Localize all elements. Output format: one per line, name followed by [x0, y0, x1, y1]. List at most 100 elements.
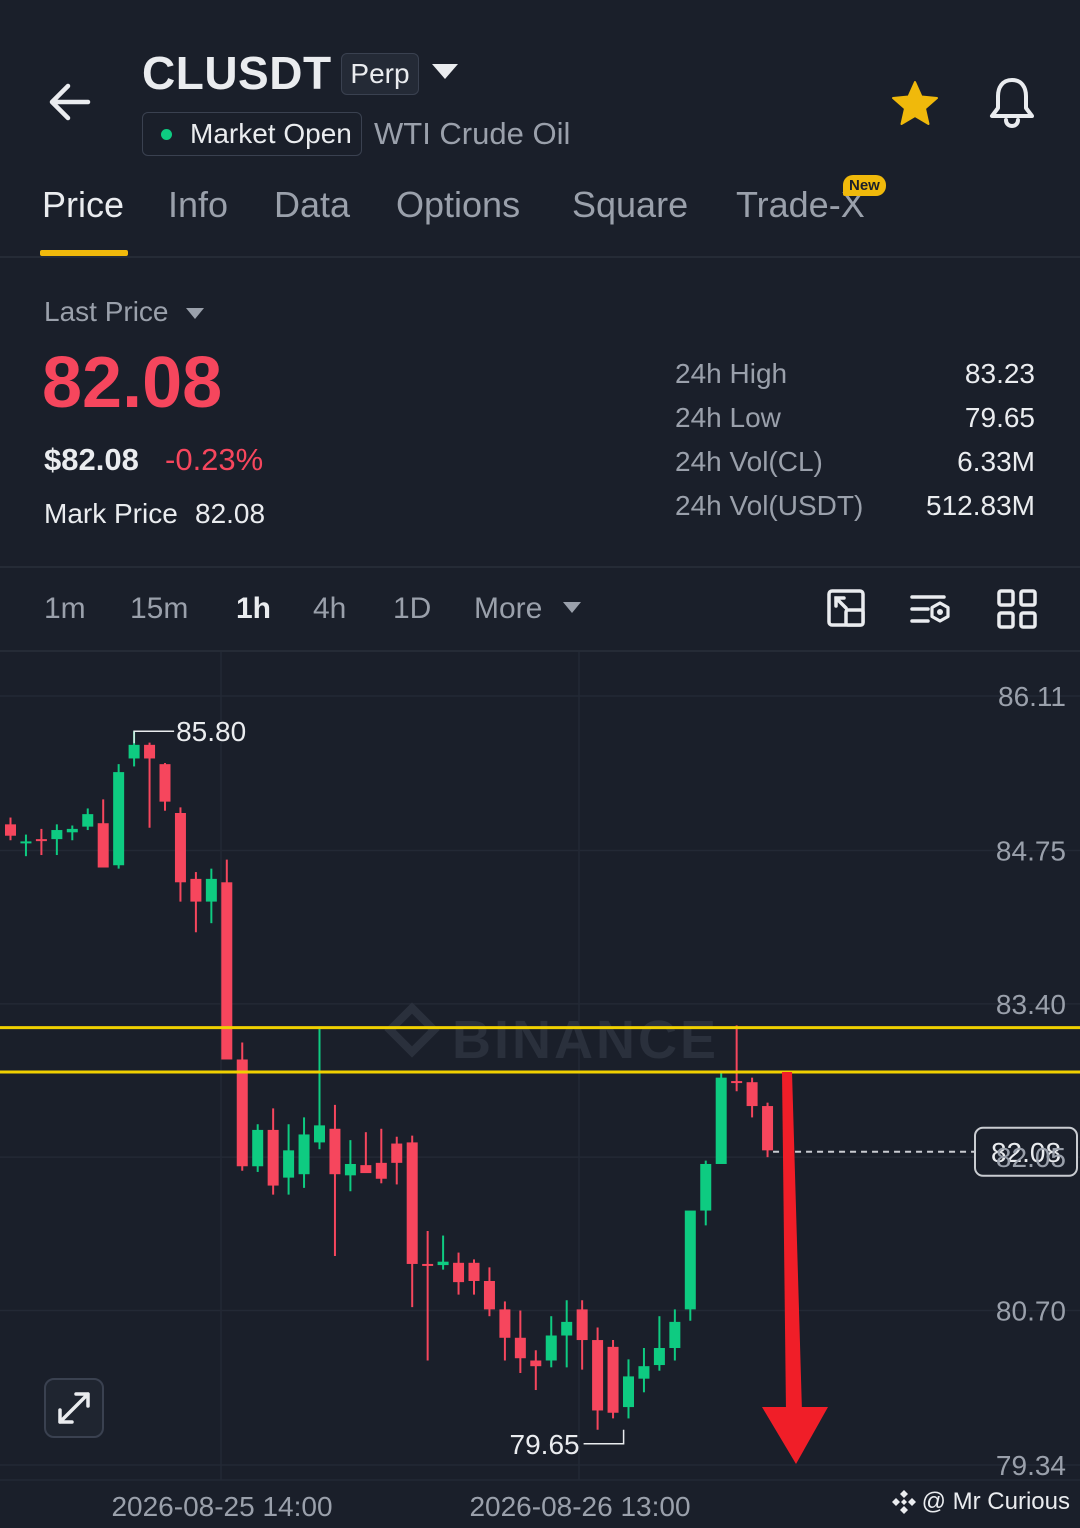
x-tick-label: 2026-08-25 14:00	[111, 1491, 332, 1522]
down-arrow-shaft	[782, 1071, 802, 1412]
candle-body	[128, 744, 140, 759]
x-tick-label: 2026-08-26 13:00	[469, 1491, 690, 1522]
chart-fullscreen-toggle-icon[interactable]	[826, 588, 868, 630]
stat-24h-vol-usdt-label: 24h Vol(USDT)	[675, 490, 864, 521]
symbol-dropdown-icon[interactable]	[432, 64, 458, 79]
tab-data[interactable]: Data	[274, 184, 350, 226]
candle-body	[35, 839, 47, 842]
high-marker-label: 85.80	[176, 716, 246, 747]
new-badge: New	[843, 175, 886, 196]
candle-body	[623, 1376, 634, 1408]
candle-body	[731, 1081, 743, 1084]
candle-body	[684, 1210, 696, 1310]
candle-body	[190, 878, 202, 902]
interval-more[interactable]: More	[474, 592, 542, 626]
candle-body	[453, 1262, 465, 1283]
expand-arrows-icon	[58, 1392, 90, 1424]
candle-body	[483, 1280, 495, 1310]
stat-24h-vol-cl-value: 6.33M	[957, 446, 1035, 477]
candle-body	[20, 841, 32, 844]
interval-15m[interactable]: 15m	[130, 592, 188, 626]
binance-watermark: BINANCE	[384, 1002, 719, 1070]
usd-price: $82.08	[44, 442, 139, 477]
interval-1h[interactable]: 1h	[236, 592, 271, 626]
symbol-title[interactable]: CLUSDT	[142, 46, 332, 100]
price-alert-bell-icon[interactable]	[984, 74, 1040, 130]
candle-body	[576, 1309, 588, 1341]
candle-body	[715, 1077, 727, 1164]
candle-body	[437, 1261, 449, 1266]
y-tick-label: 79.34	[996, 1450, 1066, 1481]
tab-options[interactable]: Options	[396, 184, 520, 226]
interval-1m[interactable]: 1m	[44, 592, 86, 626]
candle-body	[66, 828, 78, 833]
candle-body	[252, 1129, 264, 1167]
y-tick-label: 84.75	[996, 835, 1066, 866]
candle-body	[700, 1163, 712, 1211]
market-status-badge: Market Open	[142, 112, 362, 156]
section-divider	[0, 566, 1080, 568]
tab-square[interactable]: Square	[572, 184, 688, 226]
price-change-percent: -0.23%	[165, 442, 264, 477]
candle-body	[561, 1321, 573, 1336]
more-dropdown-icon[interactable]	[563, 602, 581, 613]
credit-text: @ Mr Curious	[921, 1488, 1070, 1515]
stat-24h-low-value: 79.65	[964, 402, 1035, 433]
tab-price[interactable]: Price	[42, 184, 124, 226]
candle-body	[746, 1082, 758, 1107]
mark-price-label: Mark Price	[44, 498, 178, 529]
status-dot-icon	[161, 128, 172, 140]
chart-expand-button[interactable]	[44, 1378, 104, 1438]
tabs-divider	[0, 256, 1080, 258]
candlestick-chart[interactable]: BINANCE 85.8079.6582.08 86.1184.7583.408…	[0, 652, 1080, 1528]
tab-info[interactable]: Info	[168, 184, 228, 226]
candle-body	[422, 1263, 434, 1266]
candle-body	[468, 1262, 480, 1281]
layout-grid-icon[interactable]	[996, 588, 1038, 630]
candle-body	[236, 1059, 248, 1167]
low-marker-label: 79.65	[510, 1429, 580, 1460]
candle-body	[97, 823, 109, 868]
candle-body	[283, 1150, 295, 1178]
down-arrow-head	[762, 1407, 828, 1464]
price-type-dropdown-icon[interactable]	[186, 308, 204, 319]
last-price: 82.08	[42, 343, 223, 423]
candle-body	[221, 882, 233, 1060]
candle-body	[174, 812, 186, 883]
candle-body	[51, 830, 63, 840]
mark-price-value: 82.08	[195, 498, 266, 529]
interval-1d[interactable]: 1D	[393, 592, 431, 626]
stat-24h-high-value: 83.23	[964, 358, 1035, 389]
low-marker-line	[583, 1429, 625, 1445]
candle-body	[159, 764, 171, 802]
candle-body	[82, 814, 94, 827]
binance-logo-icon	[891, 1490, 916, 1514]
candle-body	[653, 1348, 665, 1366]
back-arrow-icon[interactable]	[44, 78, 96, 126]
asset-name: WTI Crude Oil	[374, 116, 571, 151]
stat-24h-vol-cl-label: 24h Vol(CL)	[675, 446, 823, 477]
candle-body	[592, 1340, 604, 1411]
indicator-settings-icon[interactable]	[910, 588, 952, 630]
stat-24h-high-label: 24h High	[675, 358, 788, 389]
candle-body	[530, 1360, 542, 1367]
y-tick-label: 86.11	[998, 681, 1066, 712]
candle-body	[205, 878, 217, 902]
candle-body	[669, 1321, 681, 1349]
candle-body	[607, 1346, 619, 1413]
candle-body	[762, 1106, 774, 1151]
interval-4h[interactable]: 4h	[313, 592, 346, 626]
y-tick-label: 82.05	[996, 1142, 1066, 1173]
svg-text:BINANCE: BINANCE	[452, 1010, 719, 1070]
candle-body	[545, 1335, 557, 1361]
candle-body	[5, 824, 16, 836]
stat-24h-vol-usdt-value: 512.83M	[926, 490, 1035, 521]
candle-body	[144, 744, 156, 759]
favorite-star-icon[interactable]	[889, 78, 941, 130]
candle-body	[375, 1162, 387, 1179]
y-tick-label: 83.40	[996, 989, 1066, 1020]
price-type-selector[interactable]: Last Price	[44, 296, 169, 328]
candle-body	[344, 1163, 356, 1176]
candle-body	[391, 1143, 403, 1163]
contract-type-badge: Perp	[341, 53, 419, 95]
